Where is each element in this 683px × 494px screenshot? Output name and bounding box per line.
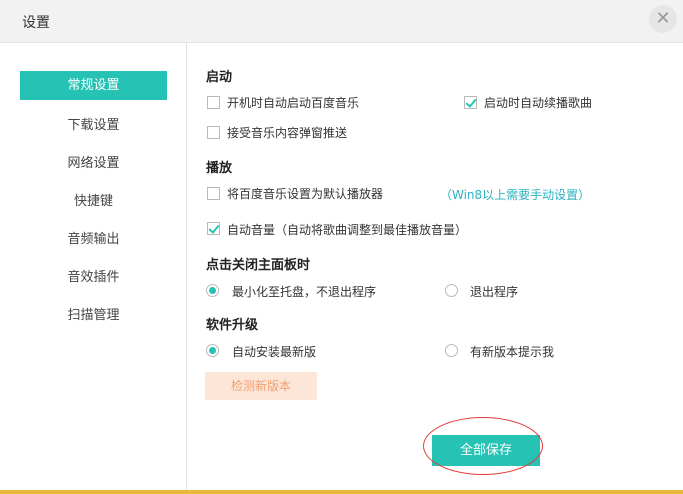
exit-program-label: 退出程序: [470, 285, 519, 299]
resume-playback-label: 启动时自动续播歌曲: [484, 96, 593, 110]
push-notification-checkbox[interactable]: [207, 126, 220, 139]
minimize-to-tray-radio[interactable]: [206, 284, 219, 297]
title-bar: 设置 ✕: [0, 0, 683, 43]
sidebar-item-download[interactable]: 下载设置: [20, 111, 167, 140]
sidebar-item-general[interactable]: 常规设置: [20, 71, 167, 100]
highlight-ring-annotation: [423, 417, 543, 475]
check-new-version-button[interactable]: 检测新版本: [205, 372, 317, 400]
resume-playback-checkbox[interactable]: [464, 96, 477, 109]
exit-program-radio[interactable]: [445, 284, 458, 297]
default-player-label: 将百度音乐设置为默认播放器: [227, 187, 384, 201]
notify-new-version-radio[interactable]: [445, 344, 458, 357]
auto-volume-checkbox[interactable]: [207, 222, 220, 235]
window-title: 设置: [22, 15, 50, 31]
section-upgrade-heading: 软件升级: [206, 318, 259, 333]
sidebar-item-shortcuts[interactable]: 快捷键: [20, 187, 167, 216]
auto-install-radio[interactable]: [206, 344, 219, 357]
section-playback-heading: 播放: [206, 161, 233, 176]
sidebar-item-network[interactable]: 网络设置: [20, 149, 167, 178]
sidebar-item-scan-management[interactable]: 扫描管理: [20, 301, 167, 330]
sidebar-item-audio-output[interactable]: 音频输出: [20, 225, 167, 254]
notify-new-version-label: 有新版本提示我: [470, 345, 555, 359]
close-icon[interactable]: ✕: [649, 5, 677, 33]
sidebar-item-sound-effects[interactable]: 音效插件: [20, 263, 167, 292]
win8-hint: （Win8以上需要手动设置）: [440, 188, 591, 202]
auto-install-label: 自动安装最新版: [232, 345, 317, 359]
autostart-label: 开机时自动启动百度音乐: [227, 96, 360, 110]
push-notification-label: 接受音乐内容弹窗推送: [227, 126, 348, 140]
auto-volume-label: 自动音量（自动将歌曲调整到最佳播放音量）: [227, 223, 468, 237]
section-close-panel-heading: 点击关闭主面板时: [206, 258, 311, 273]
default-player-checkbox[interactable]: [207, 187, 220, 200]
settings-sidebar: 常规设置 下载设置 网络设置 快捷键 音频输出 音效插件 扫描管理: [0, 43, 187, 490]
autostart-checkbox[interactable]: [207, 96, 220, 109]
section-startup-heading: 启动: [206, 70, 233, 85]
minimize-to-tray-label: 最小化至托盘，不退出程序: [232, 285, 377, 299]
window-bottom-edge: [0, 490, 683, 494]
